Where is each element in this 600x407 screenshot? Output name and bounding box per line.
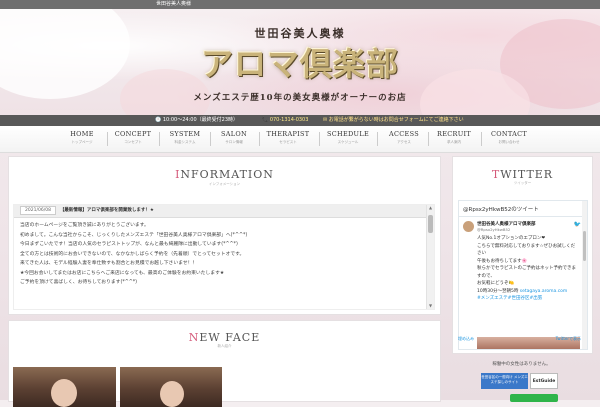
phone-link[interactable]: 📞 070-1314-0303 xyxy=(262,115,308,126)
scrollbar[interactable] xyxy=(582,201,587,349)
tweet-author-handle[interactable]: @Rpsx2yHkwB52 xyxy=(477,227,510,232)
estguide-banner[interactable]: EstGuide xyxy=(530,373,558,389)
nav-system[interactable]: SYSTEM 料金システム xyxy=(159,130,211,145)
nav-access[interactable]: ACCESS アクセス xyxy=(378,130,430,145)
scroll-up-icon[interactable]: ▲ xyxy=(427,205,434,211)
news-body: 当店のホームページをご覧頂き誠にありがとうございます。 初めまして。こんな当社か… xyxy=(20,223,248,285)
nav-contact[interactable]: CONTACT お問い合わせ xyxy=(483,130,535,145)
business-hours: 🕙 10:00〜24:00（最終受付23時） xyxy=(155,117,238,123)
portrait xyxy=(51,379,77,407)
timeline-header[interactable]: @Rpsx2yHkwB52のツイート xyxy=(463,205,539,213)
information-panel: INFORMATION インフォメーション 2021/06/08 【最新情報】アロ… xyxy=(8,156,441,315)
view-on-twitter-link[interactable]: Twitterで表示 xyxy=(556,336,581,342)
newface-subheading: 新人紹介 xyxy=(217,344,232,348)
scroll-thumb[interactable] xyxy=(428,215,433,233)
newface-photo[interactable] xyxy=(13,367,116,407)
twitter-footer: 埋め込み Twitterで表示 xyxy=(452,336,591,348)
nav-home[interactable]: HOME トップページ xyxy=(56,130,108,145)
newface-photo[interactable] xyxy=(120,367,222,407)
scroll-down-icon[interactable]: ▼ xyxy=(427,303,434,309)
avatar[interactable] xyxy=(463,221,474,232)
nav-divider xyxy=(481,132,482,146)
scrollbar[interactable]: ▲ ▼ xyxy=(426,205,434,309)
twitter-timeline[interactable]: @Rpsx2yHkwB52のツイート 世田谷美人奥様アロマ倶楽部 @Rpsx2y… xyxy=(458,200,588,350)
site-logo-title[interactable]: アロマ倶楽部 xyxy=(0,39,600,85)
info-bar: 🕙 10:00〜24:00（最終受付23時） 📞 070-1314-0303 ✉… xyxy=(0,115,600,126)
newface-heading: NEW FACE xyxy=(188,331,261,344)
information-subheading: インフォメーション xyxy=(208,182,241,186)
hero-banner: 世田谷美人奥様 アロマ倶楽部 メンズエステ歴10年の美女奥様がオーナーのお店 xyxy=(0,9,600,115)
information-scroll-area[interactable]: 2021/06/08 【最新情報】アロマ倶楽部を開業致します！★ 当店のホームペー… xyxy=(13,204,435,310)
twitter-bird-icon[interactable]: 🐦 xyxy=(574,221,581,228)
nav-salon[interactable]: SALON サロン情報 xyxy=(208,130,260,145)
contact-note-link[interactable]: ✉ お電話が繋がらない時はお問合せフォームにてご連絡下さい xyxy=(323,115,464,126)
nav-recruit[interactable]: RECRUIT 求人案内 xyxy=(428,130,480,145)
nav-divider xyxy=(259,132,260,146)
nav-divider xyxy=(319,132,320,146)
tweet-hashtags[interactable]: #メンズエステ#世田谷区#出張 xyxy=(477,295,577,303)
hero-tagline: メンズエステ歴10年の美女奥様がオーナーのお店 xyxy=(193,93,407,103)
link-banner[interactable]: 世田谷区の一般向け メンズエステ探しのサイト xyxy=(481,373,528,389)
main-nav: HOME トップページ CONCEPT コンセプト SYSTEM 料金システム SAL… xyxy=(0,126,600,153)
tweet-link[interactable]: setagaya.aroma.com xyxy=(520,289,568,294)
scroll-thumb[interactable] xyxy=(583,231,586,261)
status-caption: 稼働中の女性はありません。 xyxy=(492,362,551,367)
news-date: 2021/06/08 xyxy=(20,206,56,215)
news-title: 【最新情報】アロマ倶楽部を開業致します！★ xyxy=(59,208,154,213)
information-heading: INFORMATION xyxy=(175,168,274,181)
nav-therapist[interactable]: THERAPIST セラピスト xyxy=(262,130,314,145)
news-header: 2021/06/08 【最新情報】アロマ倶楽部を開業致します！★ xyxy=(14,205,426,218)
top-strip: 世田谷美人奥様 xyxy=(0,0,600,9)
divider xyxy=(459,216,587,217)
portrait xyxy=(160,381,184,407)
top-strip-text: 世田谷美人奥様 xyxy=(156,1,192,7)
tweet-text: 人気No.1オプションのエプロン❤ こちらで無料対応しております☆ぜひお試しくだ… xyxy=(477,236,577,303)
nav-concept[interactable]: CONCEPT コンセプト xyxy=(107,130,159,145)
embed-link[interactable]: 埋め込み xyxy=(458,336,474,342)
twitter-heading: TWITTER xyxy=(491,168,554,181)
twitter-subheading: ツイッター xyxy=(513,181,532,185)
twitter-panel: TWITTER ツイッター @Rpsx2yHkwB52のツイート 世田谷美人奥様… xyxy=(452,156,593,354)
nav-schedule[interactable]: SCHEDULE スケジュール xyxy=(322,130,374,145)
green-button[interactable] xyxy=(510,394,558,402)
